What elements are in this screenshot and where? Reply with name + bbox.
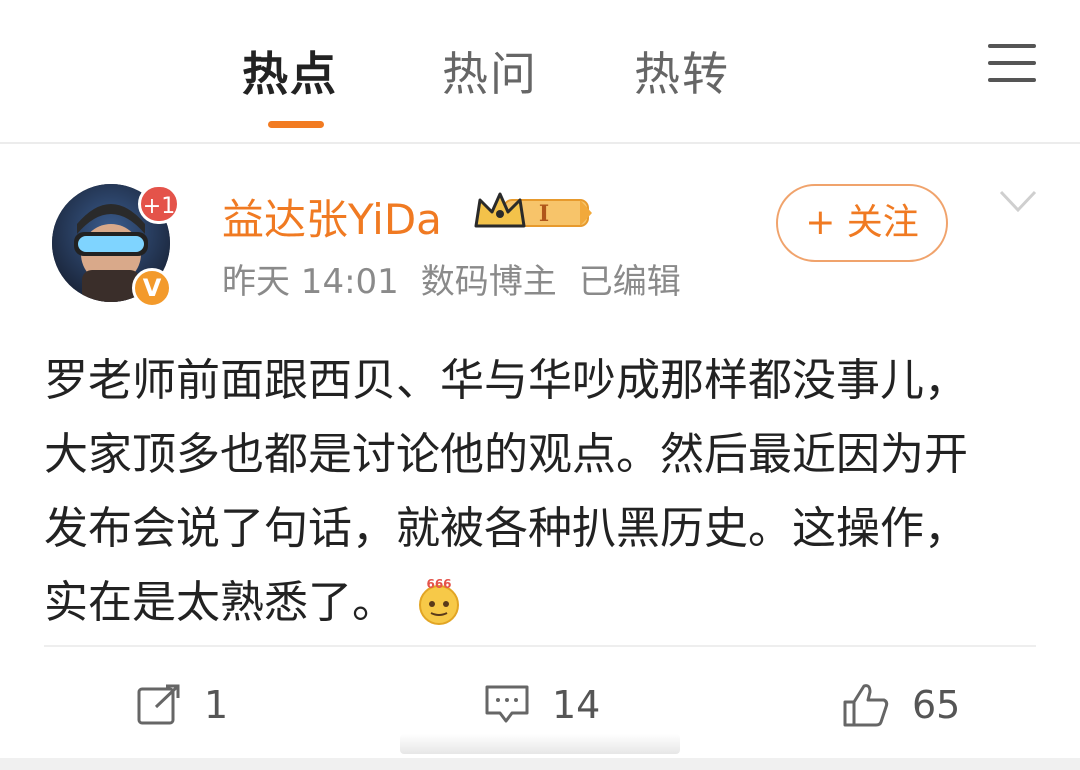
share-count: 1 bbox=[204, 683, 229, 727]
like-count: 65 bbox=[912, 683, 961, 727]
verified-badge: V bbox=[132, 268, 172, 308]
edited-label: 已编辑 bbox=[578, 262, 681, 302]
bottom-divider bbox=[0, 758, 1080, 770]
comment-icon bbox=[485, 685, 529, 723]
menu-icon[interactable] bbox=[988, 44, 1036, 84]
chevron-down-icon[interactable] bbox=[998, 186, 1038, 216]
scroll-fade bbox=[400, 734, 680, 754]
svg-text:I: I bbox=[539, 201, 549, 227]
divider bbox=[0, 142, 1080, 144]
tab-hot-questions[interactable]: 热问 bbox=[442, 38, 538, 104]
author-category: 数码博主 bbox=[420, 262, 557, 302]
post-meta: 昨天 14:01 数码博主 已编辑 bbox=[222, 254, 703, 303]
notification-badge: +1 bbox=[138, 184, 180, 224]
tab-hot-reposts[interactable]: 热转 bbox=[634, 38, 730, 104]
active-tab-indicator bbox=[268, 121, 324, 128]
crown-level-icon: I bbox=[474, 192, 592, 228]
follow-button[interactable]: + 关注 bbox=[776, 184, 948, 262]
svg-text:666: 666 bbox=[426, 577, 451, 591]
share-button[interactable]: 1 bbox=[136, 680, 228, 730]
top-nav: 热点 热问 热转 bbox=[0, 0, 1080, 142]
divider bbox=[44, 645, 1036, 647]
share-icon bbox=[137, 684, 180, 725]
author-name[interactable]: 益达张YiDa bbox=[222, 186, 442, 247]
post-time: 昨天 14:01 bbox=[222, 262, 399, 302]
comment-count: 14 bbox=[552, 683, 601, 727]
comment-button[interactable]: 14 bbox=[484, 680, 600, 730]
post-text: 罗老师前面跟西贝、华与华吵成那样都没事儿，大家顶多也都是讨论他的观点。然后最近因… bbox=[44, 355, 968, 628]
like-button[interactable]: 65 bbox=[842, 680, 960, 730]
emoji-666-icon: 666 bbox=[419, 577, 459, 625]
post-body: 罗老师前面跟西贝、华与华吵成那样都没事儿，大家顶多也都是讨论他的观点。然后最近因… bbox=[44, 344, 1004, 640]
tab-hot[interactable]: 热点 bbox=[242, 38, 338, 104]
thumbs-up-icon bbox=[843, 684, 889, 727]
